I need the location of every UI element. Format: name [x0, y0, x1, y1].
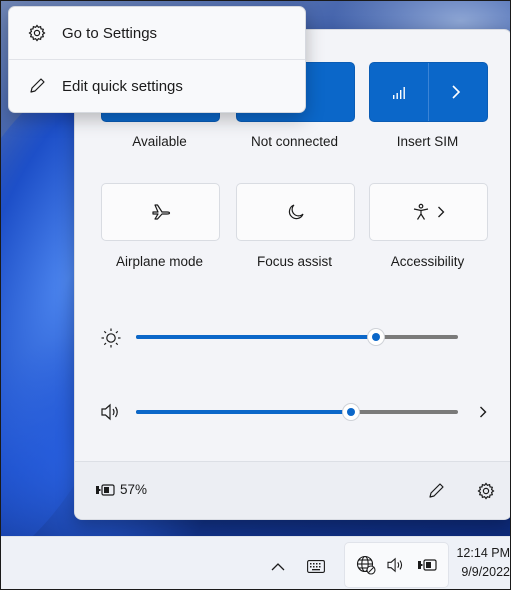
battery-charging-icon	[415, 557, 439, 573]
menu-item-label: Edit quick settings	[62, 77, 183, 95]
chevron-right-icon[interactable]	[475, 402, 491, 422]
system-tray-quick-settings-button[interactable]	[344, 542, 449, 588]
quick-settings-context-menu: Go to Settings Edit quick settings	[8, 6, 306, 113]
cellular-tile-label: Insert SIM	[396, 134, 459, 149]
focus-assist-tile[interactable]	[236, 183, 355, 241]
speaker-icon[interactable]	[99, 400, 123, 424]
speaker-icon	[385, 556, 407, 574]
accessibility-icon	[410, 201, 432, 223]
taskbar-clock[interactable]: 12:14 PM 9/9/2022	[447, 544, 510, 586]
chevron-right-icon	[434, 203, 448, 221]
airplane-icon	[150, 201, 172, 223]
clock-time: 12:14 PM	[456, 546, 510, 560]
focus-assist-label: Focus assist	[256, 254, 333, 269]
airplane-mode-label: Airplane mode	[115, 254, 204, 269]
quick-settings-footer: 57%	[75, 461, 510, 519]
chevron-right-icon[interactable]	[446, 82, 466, 102]
airplane-mode-tile[interactable]	[101, 183, 220, 241]
wifi-tile-label: Available	[132, 134, 187, 149]
battery-charging-icon[interactable]	[93, 481, 117, 499]
cellular-toggle-tile[interactable]	[369, 62, 488, 122]
menu-item-go-to-settings[interactable]: Go to Settings	[9, 7, 305, 59]
accessibility-label: Accessibility	[390, 254, 465, 269]
cellular-signal-icon	[390, 83, 410, 103]
moon-icon	[285, 201, 307, 223]
gear-icon[interactable]	[475, 480, 497, 502]
chevron-up-icon[interactable]	[269, 558, 287, 574]
keyboard-icon[interactable]	[305, 557, 327, 575]
accessibility-tile[interactable]	[369, 183, 488, 241]
menu-item-label: Go to Settings	[62, 24, 158, 42]
screen: Available Not connected Insert SIM Airpl…	[0, 0, 511, 590]
pencil-icon	[27, 76, 47, 96]
bluetooth-tile-label: Not connected	[250, 134, 339, 149]
menu-item-edit-quick-settings[interactable]: Edit quick settings	[9, 60, 305, 112]
sun-icon	[99, 326, 123, 350]
globe-icon	[355, 555, 377, 575]
gear-icon	[27, 23, 47, 43]
clock-date: 9/9/2022	[461, 565, 510, 579]
battery-percent: 57%	[120, 482, 148, 497]
pencil-icon[interactable]	[425, 480, 447, 502]
